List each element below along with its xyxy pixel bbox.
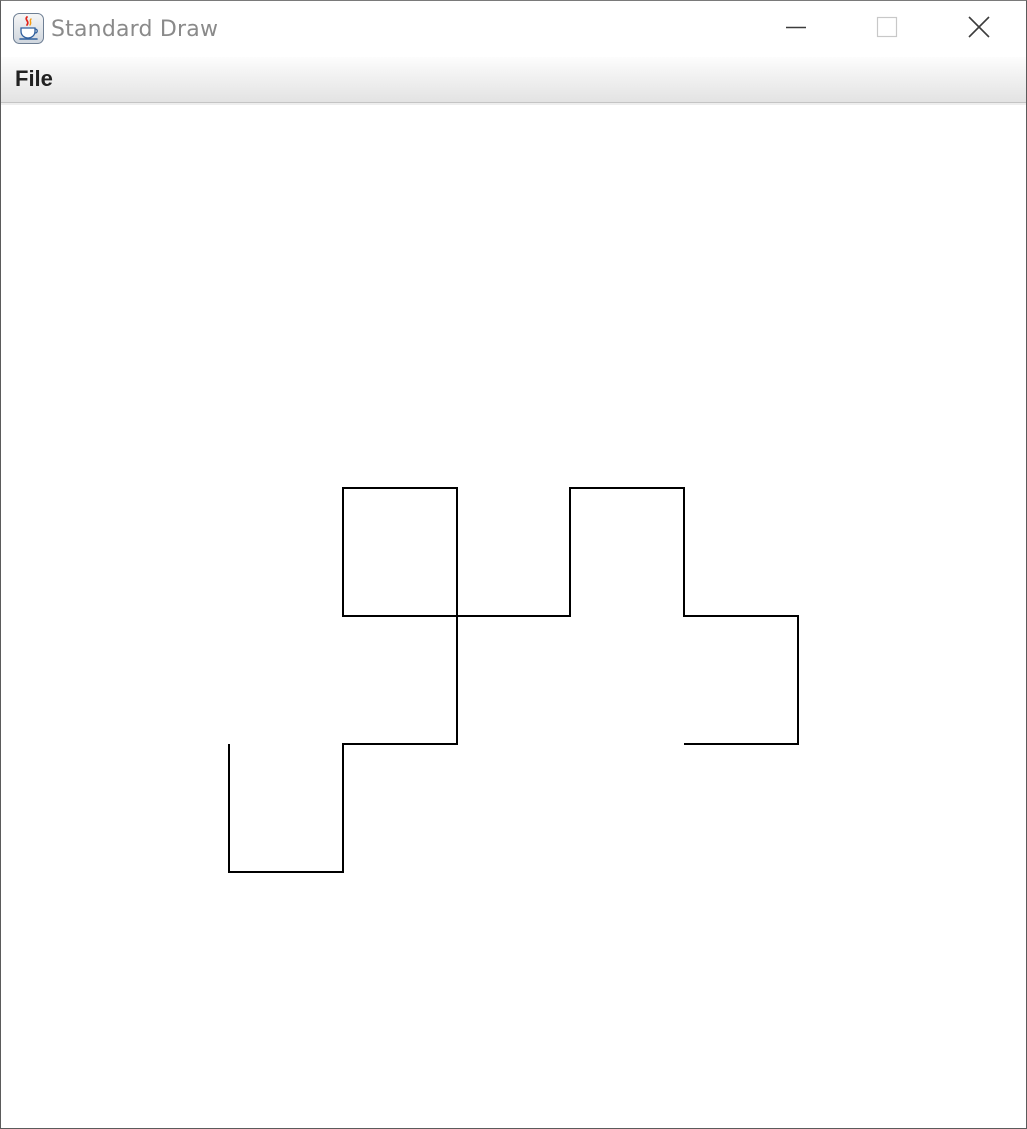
- drawn-path: [228, 487, 799, 873]
- window-title: Standard Draw: [51, 17, 219, 42]
- minimize-button[interactable]: [750, 1, 842, 57]
- drawing-canvas[interactable]: [1, 105, 1026, 1128]
- menu-bar: File: [1, 57, 1026, 105]
- title-bar[interactable]: Standard Draw: [1, 1, 1026, 57]
- menu-file[interactable]: File: [7, 62, 61, 96]
- maximize-icon: [876, 16, 898, 43]
- close-button[interactable]: [933, 1, 1025, 57]
- minimize-icon: [785, 16, 807, 43]
- application-window: Standard Draw File: [0, 0, 1027, 1129]
- drawing-surface: [228, 487, 799, 873]
- maximize-button[interactable]: [841, 1, 933, 57]
- java-coffee-cup-icon[interactable]: [13, 13, 44, 44]
- close-icon: [967, 15, 991, 44]
